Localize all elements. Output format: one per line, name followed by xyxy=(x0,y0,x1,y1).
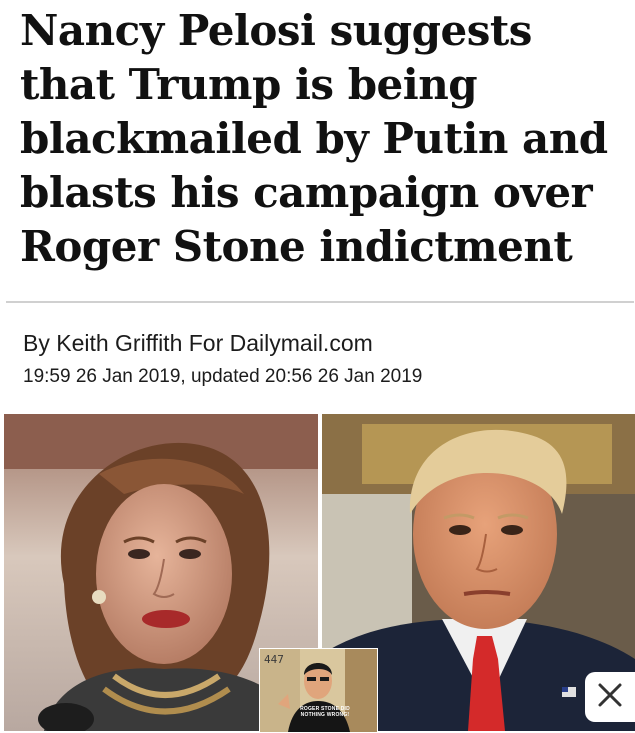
inset-number-sign: 447 xyxy=(264,653,284,666)
inset-shirt-text: ROGER STONE DID NOTHING WRONG! xyxy=(300,706,350,718)
close-button[interactable] xyxy=(585,672,635,722)
article-byline[interactable]: By Keith Griffith For Dailymail.com xyxy=(23,330,373,357)
header-divider xyxy=(6,301,634,303)
article-dateline: 19:59 26 Jan 2019, updated 20:56 26 Jan … xyxy=(23,366,423,387)
roger-stone-inset-photo[interactable]: 447 ROGER STONE DID NOTHING WRONG! xyxy=(259,648,378,733)
article-headline: Nancy Pelosi suggests that Trump is bein… xyxy=(20,6,608,271)
close-icon xyxy=(596,681,624,714)
